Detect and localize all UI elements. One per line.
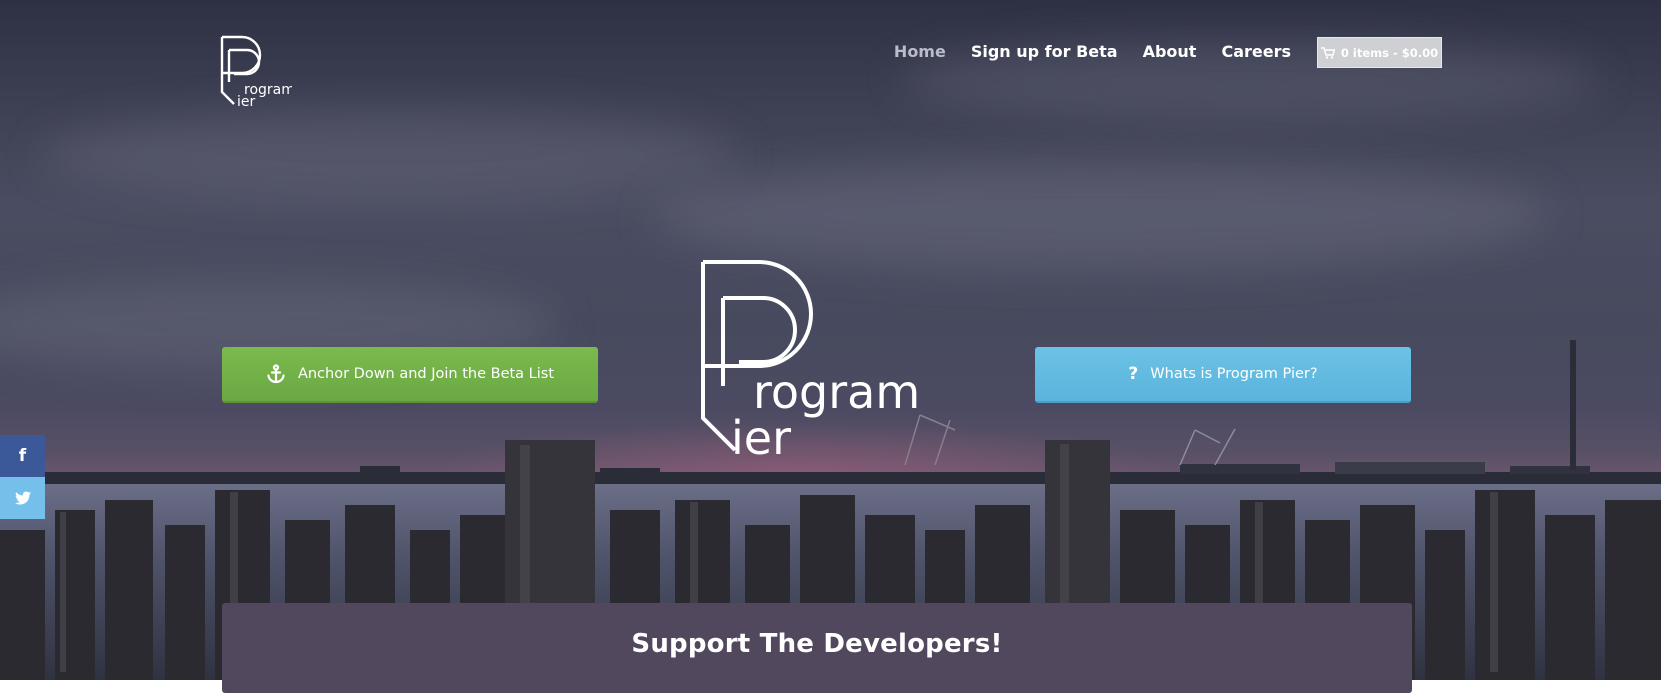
twitter-icon: [14, 491, 31, 505]
facebook-icon: f: [18, 446, 27, 466]
site-logo[interactable]: rogram ier: [220, 34, 292, 106]
cloud: [40, 110, 740, 200]
what-is-label: Whats is Program Pier?: [1150, 366, 1318, 382]
join-beta-label: Anchor Down and Join the Beta List: [297, 366, 555, 382]
facebook-share-button[interactable]: f: [0, 435, 45, 477]
cart-label: 0 items - $0.00: [1340, 45, 1439, 60]
shopping-cart-icon: [1320, 46, 1335, 59]
cart-button[interactable]: 0 items - $0.00: [1317, 37, 1442, 68]
nav-about[interactable]: About: [1143, 42, 1197, 61]
what-is-program-pier-button[interactable]: ? Whats is Program Pier?: [1035, 347, 1411, 403]
twitter-share-button[interactable]: [0, 477, 45, 519]
nav-home[interactable]: Home: [894, 42, 946, 61]
anchor-icon: [267, 364, 285, 384]
center-logo-line2: ier: [731, 411, 791, 465]
support-heading: Support The Developers!: [631, 629, 1003, 659]
join-beta-button[interactable]: Anchor Down and Join the Beta List: [222, 347, 598, 403]
main-nav: Home Sign up for Beta About Careers: [894, 42, 1291, 61]
cloud: [650, 160, 1550, 270]
nav-careers[interactable]: Careers: [1221, 42, 1291, 61]
nav-sign-up-beta[interactable]: Sign up for Beta: [971, 42, 1118, 61]
logo-text-line2: ier: [237, 94, 256, 106]
program-pier-logo: rogram ier: [701, 260, 920, 465]
question-icon: ?: [1128, 363, 1139, 384]
